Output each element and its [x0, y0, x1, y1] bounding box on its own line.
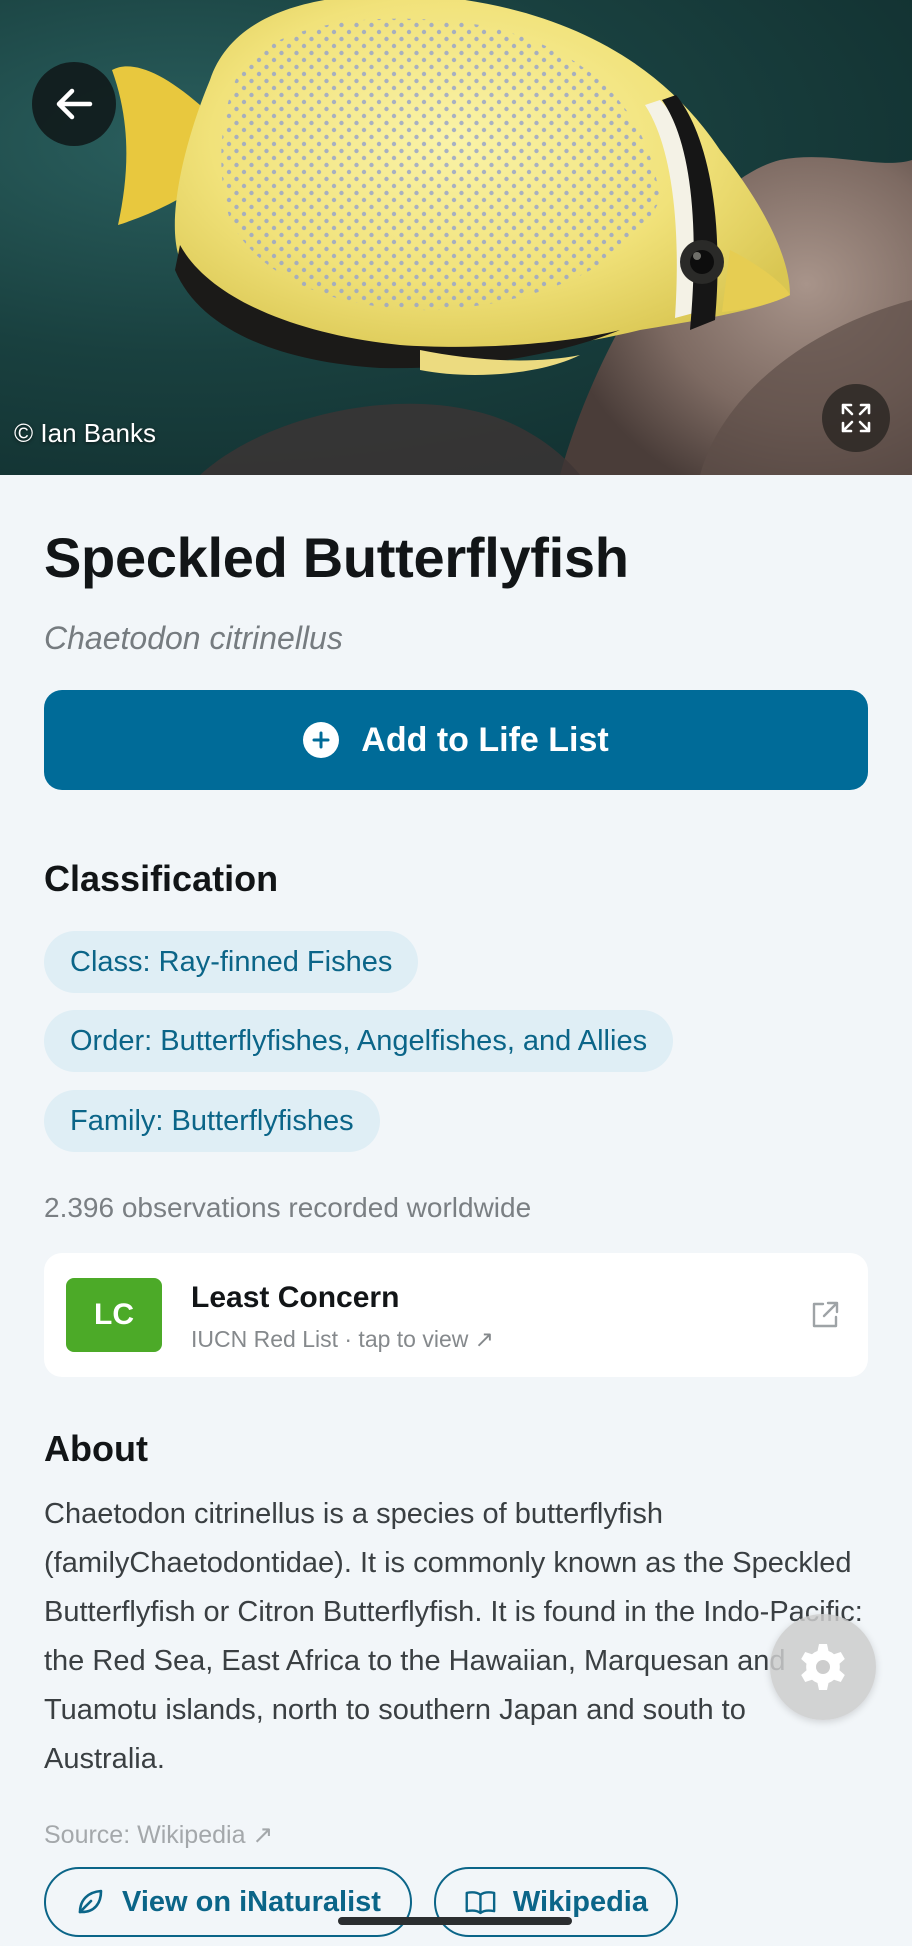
conservation-status-card[interactable]: LC Least Concern IUCN Red List · tap to … — [44, 1253, 868, 1377]
about-source-link[interactable]: Source: Wikipedia ↗ — [44, 1820, 273, 1850]
fish-photo — [112, 0, 912, 475]
plus-icon — [303, 722, 340, 758]
classification-chip-order[interactable]: Order: Butterflyfishes, Angelfishes, and… — [44, 1010, 674, 1072]
wikipedia-button[interactable]: Wikipedia — [434, 1867, 678, 1937]
view-on-inaturalist-button[interactable]: View on iNaturalist — [44, 1867, 412, 1937]
classification-chip-family[interactable]: Family: Butterflyfishes — [44, 1090, 380, 1152]
classification-chip-class[interactable]: Class: Ray-finned Fishes — [44, 931, 419, 993]
expand-photo-button[interactable] — [822, 384, 890, 452]
classification-title: Classification — [44, 858, 279, 899]
home-indicator[interactable] — [338, 1917, 572, 1925]
species-scientific-name: Chaetodon citrinellus — [44, 620, 343, 656]
book-icon — [465, 1891, 496, 1915]
species-common-name: Speckled Butterflyfish — [44, 526, 629, 589]
photo-credit: © Ian Banks — [14, 418, 157, 448]
settings-fab[interactable] — [770, 1614, 876, 1720]
species-photo[interactable]: © Ian Banks — [0, 0, 912, 475]
about-title: About — [44, 1428, 148, 1469]
view-on-inaturalist-label: View on iNaturalist — [122, 1885, 381, 1918]
expand-icon — [841, 403, 871, 433]
conservation-status-subtitle: IUCN Red List · tap to view ↗ — [191, 1326, 495, 1352]
leaf-icon — [78, 1889, 103, 1914]
conservation-status-title: Least Concern — [191, 1281, 400, 1314]
add-to-life-list-button[interactable]: Add to Life List — [44, 690, 868, 790]
observations-count: 2.396 observations recorded worldwide — [44, 1192, 532, 1223]
wikipedia-label: Wikipedia — [512, 1885, 648, 1918]
add-to-life-list-label: Add to Life List — [361, 720, 609, 759]
about-description: Chaetodon citrinellus is a species of bu… — [44, 1498, 863, 1775]
conservation-status-badge: LC — [66, 1278, 162, 1352]
gear-icon — [801, 1644, 845, 1690]
external-link-icon — [812, 1301, 839, 1328]
arrow-left-icon — [56, 88, 93, 120]
back-button[interactable] — [32, 62, 116, 146]
